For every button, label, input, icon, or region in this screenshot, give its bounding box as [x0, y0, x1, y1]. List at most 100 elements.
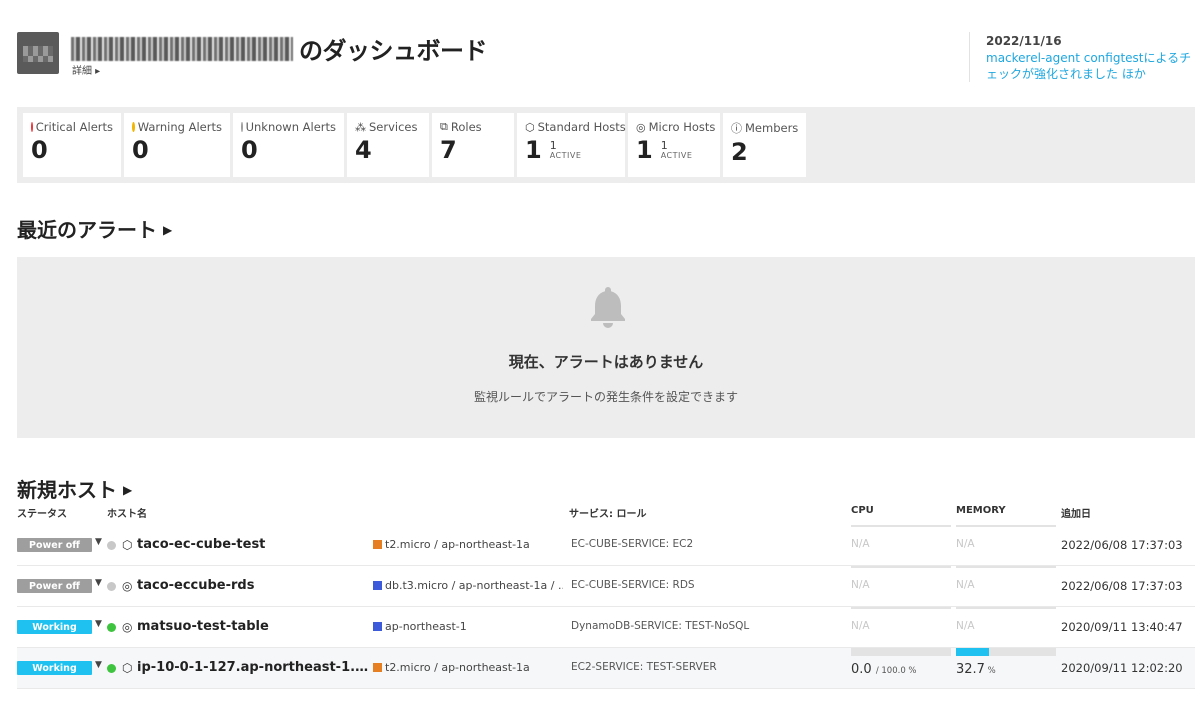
micro-host-icon: ◎: [122, 620, 133, 634]
memory-cell: N/A: [956, 566, 1056, 607]
standard-host-icon: ⬡: [122, 538, 133, 552]
summary-active-count: 1 ACTIVE: [660, 140, 693, 161]
status-dropdown-icon[interactable]: ▼: [95, 660, 102, 670]
summary-value: 1: [636, 136, 653, 164]
summary-bar: Critical Alerts 0 Warning Alerts 0 Unkno…: [17, 107, 1195, 183]
summary-label: Warning Alerts: [137, 120, 222, 134]
summary-value: 0: [31, 136, 48, 164]
instance-type: t2.micro / ap-northeast-1a: [373, 538, 563, 551]
cpu-cell: N/A: [851, 525, 951, 566]
dashboard-title-suffix: のダッシュボード: [299, 37, 488, 65]
status-dot: [107, 582, 116, 591]
table-row[interactable]: Power off ▼ ⬡ taco-ec-cube-test t2.micro…: [17, 525, 1195, 566]
service-role[interactable]: EC-CUBE-SERVICE: RDS: [571, 579, 695, 591]
news-link[interactable]: mackerel-agent configtestによるチェックが強化されました…: [986, 50, 1195, 82]
instance-type: ap-northeast-1: [373, 620, 563, 633]
ec2-icon: [373, 540, 382, 549]
summary-value: 4: [355, 136, 372, 164]
service-role[interactable]: DynamoDB-SERVICE: TEST-NoSQL: [571, 620, 749, 632]
cpu-track: [851, 607, 951, 609]
cpu-track: [851, 525, 951, 527]
organization-avatar[interactable]: [17, 32, 59, 74]
status-dot: [107, 664, 116, 673]
summary-label: Members: [745, 121, 799, 135]
host-name-link[interactable]: taco-eccube-rds: [137, 578, 373, 593]
summary-value: 1: [525, 136, 542, 164]
bell-icon: [591, 287, 625, 328]
summary-label: Standard Hosts: [537, 120, 626, 134]
recent-alerts-title: 最近のアラート: [17, 218, 157, 242]
status-badge[interactable]: Working: [17, 661, 92, 675]
status-dropdown-icon[interactable]: ▼: [95, 619, 102, 629]
active-label: ACTIVE: [660, 151, 693, 160]
table-row[interactable]: Working ▼ ⬡ ip-10-0-1-127.ap-northeast-1…: [17, 648, 1195, 689]
memory-cell: N/A: [956, 607, 1056, 648]
column-status: ステータス: [17, 509, 67, 520]
summary-micro-hosts[interactable]: ◎ Micro Hosts 1 1 ACTIVE: [628, 113, 720, 177]
new-hosts-heading[interactable]: 新規ホスト ▶: [17, 474, 132, 503]
column-host-name: ホスト名: [107, 509, 147, 520]
instance-type: t2.micro / ap-northeast-1a: [373, 661, 563, 674]
instance-text: t2.micro / ap-northeast-1a: [385, 538, 530, 551]
summary-warning-alerts[interactable]: Warning Alerts 0: [124, 113, 230, 177]
dashboard-title: のダッシュボード: [71, 31, 488, 66]
summary-members[interactable]: ⓘ Members 2: [723, 113, 806, 177]
summary-standard-hosts[interactable]: ⬡ Standard Hosts 1 1 ACTIVE: [517, 113, 626, 177]
host-name-link[interactable]: taco-ec-cube-test: [137, 537, 373, 552]
service-role[interactable]: EC2-SERVICE: TEST-SERVER: [571, 661, 717, 673]
summary-label: Critical Alerts: [35, 120, 113, 134]
table-row[interactable]: Working ▼ ◎ matsuo-test-table ap-northea…: [17, 607, 1195, 648]
cpu-value: N/A: [851, 538, 870, 550]
micro-host-icon: ◎: [636, 120, 646, 134]
memory-track: [956, 525, 1056, 527]
cpu-value: N/A: [851, 620, 870, 632]
members-icon: ⓘ: [731, 122, 742, 135]
memory-value: 32.7: [956, 662, 985, 677]
standard-host-icon: ⬡: [525, 120, 535, 134]
instance-text: db.t3.micro / ap-northeast-1a / ...: [385, 579, 563, 592]
rds-icon: [373, 581, 382, 590]
status-badge[interactable]: Working: [17, 620, 92, 634]
critical-dot-icon: [31, 122, 33, 132]
micro-host-icon: ◎: [122, 579, 133, 593]
status-badge[interactable]: Power off: [17, 538, 92, 552]
cpu-value: N/A: [851, 579, 870, 591]
summary-roles[interactable]: ⧉ Roles 7: [432, 113, 514, 177]
cpu-cell: N/A: [851, 566, 951, 607]
summary-label: Micro Hosts: [648, 120, 716, 134]
memory-value: N/A: [956, 579, 975, 591]
column-added: 追加日: [1061, 509, 1091, 520]
cpu-metric: 0.0 / 100.0 %: [851, 662, 917, 677]
summary-value: 0: [241, 136, 258, 164]
added-date: 2020/09/11 12:02:20: [1061, 661, 1183, 675]
warning-dot-icon: [132, 122, 135, 132]
status-dropdown-icon[interactable]: ▼: [95, 578, 102, 588]
recent-alerts-heading[interactable]: 最近のアラート ▶: [17, 214, 172, 243]
summary-unknown-alerts[interactable]: Unknown Alerts 0: [233, 113, 344, 177]
status-dot: [107, 541, 116, 550]
memory-track: [956, 648, 1056, 656]
organization-name-redacted: [71, 36, 293, 61]
services-icon: ⁂: [355, 120, 366, 134]
summary-services[interactable]: ⁂ Services 4: [347, 113, 429, 177]
status-dot: [107, 623, 116, 632]
memory-track: [956, 607, 1056, 609]
roles-icon: ⧉: [440, 120, 448, 133]
unknown-dot-icon: [241, 122, 243, 132]
column-cpu: CPU: [851, 505, 874, 516]
summary-label: Roles: [450, 120, 482, 134]
table-row[interactable]: Power off ▼ ◎ taco-eccube-rds db.t3.micr…: [17, 566, 1195, 607]
summary-critical-alerts[interactable]: Critical Alerts 0: [23, 113, 121, 177]
alerts-empty-panel: 現在、アラートはありません 監視ルールでアラートの発生条件を設定できます: [17, 257, 1195, 438]
organization-detail-link[interactable]: 詳細 ▸: [72, 62, 100, 77]
memory-value: N/A: [956, 620, 975, 632]
service-role[interactable]: EC-CUBE-SERVICE: EC2: [571, 538, 693, 550]
triangle-right-icon: ▶: [123, 483, 133, 497]
cpu-track: [851, 648, 951, 656]
memory-value: N/A: [956, 538, 975, 550]
status-dropdown-icon[interactable]: ▼: [95, 537, 102, 547]
host-name-link[interactable]: matsuo-test-table: [137, 619, 373, 634]
instance-type: db.t3.micro / ap-northeast-1a / ...: [373, 579, 563, 592]
host-name-link[interactable]: ip-10-0-1-127.ap-northeast-1.compu...: [137, 660, 373, 675]
status-badge[interactable]: Power off: [17, 579, 92, 593]
